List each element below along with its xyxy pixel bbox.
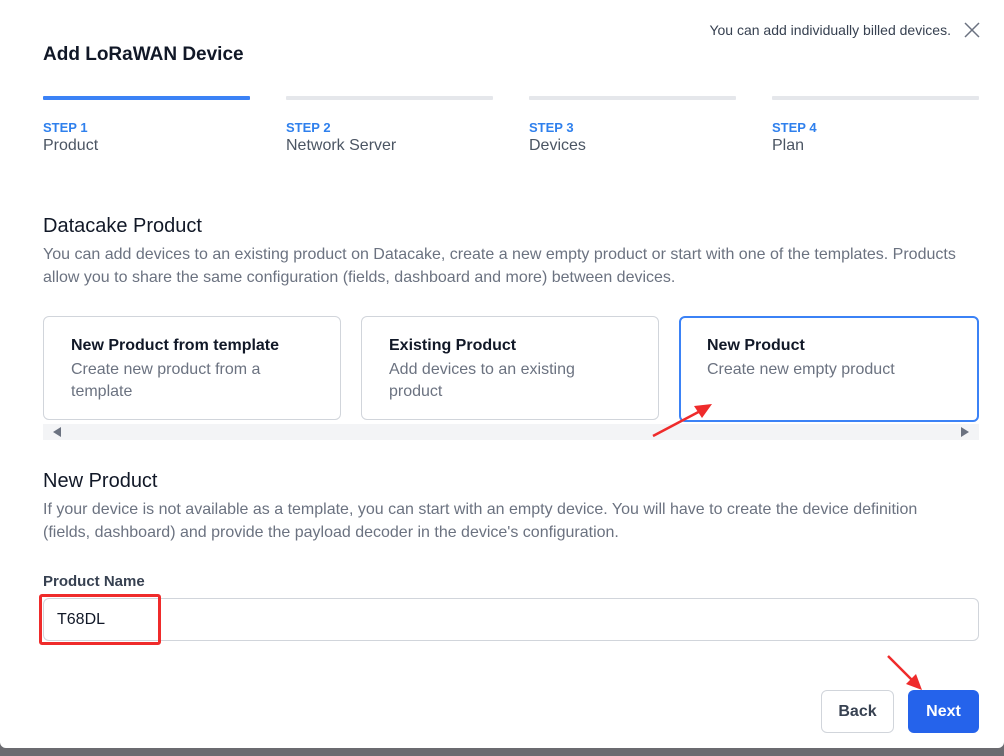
product-name-label: Product Name xyxy=(43,573,145,590)
option-card-new-product[interactable]: New Product Create new empty product xyxy=(679,316,979,422)
step-number: STEP 3 xyxy=(529,120,574,135)
back-button[interactable]: Back xyxy=(821,690,894,733)
option-card-existing-product[interactable]: Existing Product Add devices to an exist… xyxy=(361,316,659,420)
step-devices[interactable]: STEP 3 Devices xyxy=(529,96,736,155)
step-bar xyxy=(772,96,979,100)
product-section-description: You can add devices to an existing produ… xyxy=(43,246,956,286)
option-description: Create new empty product xyxy=(707,361,895,378)
new-product-section-title: New Product xyxy=(43,470,158,492)
step-progress: STEP 1 Product STEP 2 Network Server STE… xyxy=(43,96,979,166)
option-description: Create new product from a template xyxy=(71,361,261,400)
option-title: New Product xyxy=(707,337,805,354)
step-name: Devices xyxy=(529,137,586,154)
step-plan[interactable]: STEP 4 Plan xyxy=(772,96,979,155)
close-icon xyxy=(964,22,980,38)
step-name: Plan xyxy=(772,137,805,154)
arrow-annotation-icon xyxy=(887,655,922,690)
step-bar xyxy=(286,96,493,100)
product-options: New Product from template Create new pro… xyxy=(43,316,979,422)
product-name-input[interactable] xyxy=(43,598,979,641)
option-card-from-template[interactable]: New Product from template Create new pro… xyxy=(43,316,341,420)
step-number: STEP 4 xyxy=(772,120,817,135)
option-title: New Product from template xyxy=(71,337,280,354)
step-bar xyxy=(529,96,736,100)
close-button[interactable] xyxy=(962,20,982,40)
step-number: STEP 1 xyxy=(43,120,88,135)
step-product[interactable]: STEP 1 Product xyxy=(43,96,250,155)
chevron-right-icon[interactable] xyxy=(961,427,969,437)
chevron-left-icon[interactable] xyxy=(53,427,61,437)
horizontal-scrollbar[interactable] xyxy=(43,424,979,440)
option-description: Add devices to an existing product xyxy=(389,361,575,400)
next-button[interactable]: Next xyxy=(908,690,979,733)
new-product-section-description: If your device is not available as a tem… xyxy=(43,501,918,541)
add-device-modal: You can add individually billed devices.… xyxy=(0,0,1004,748)
modal-title: Add LoRaWAN Device xyxy=(43,44,244,65)
step-name: Network Server xyxy=(286,137,397,154)
step-bar xyxy=(43,96,250,100)
annotation-highlight-box xyxy=(39,594,161,645)
step-number: STEP 2 xyxy=(286,120,331,135)
step-network-server[interactable]: STEP 2 Network Server xyxy=(286,96,493,155)
step-name: Product xyxy=(43,137,99,154)
arrow-annotation-icon xyxy=(652,404,712,438)
billing-notice: You can add individually billed devices. xyxy=(709,22,951,38)
product-section-title: Datacake Product xyxy=(43,215,202,237)
option-title: Existing Product xyxy=(389,337,517,354)
